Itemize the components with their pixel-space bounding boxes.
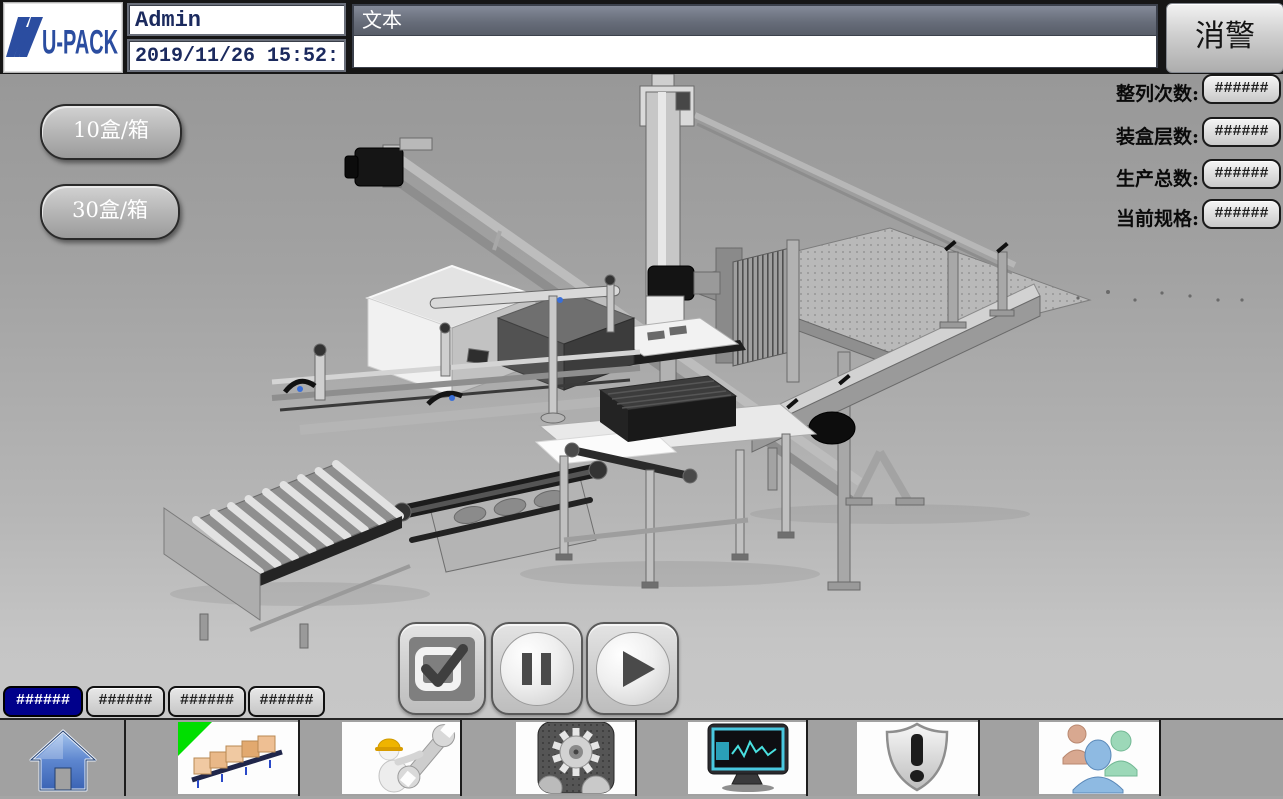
checkbox-check-icon [409,637,475,701]
datetime-field[interactable]: 2019/11/26 15:52: [127,39,346,72]
start-button[interactable] [586,622,679,715]
bottom-toolbar [0,718,1283,796]
stat-value-array-count: ###### [1202,74,1281,104]
play-icon [596,632,670,706]
toolbar-alarm-button[interactable] [806,720,978,796]
confirm-button[interactable] [398,622,486,715]
toolbar-users-button[interactable] [978,720,1159,796]
top-bar: U-PACK Admin 2019/11/26 15:52: 文本 消警 [0,0,1283,74]
spec-button-30-per-box[interactable]: 30盒/箱 [40,184,180,240]
stat-label-total-output: 生产总数: [999,164,1199,191]
toolbar-line-monitor-button[interactable] [124,720,298,796]
stat-value-total-output: ###### [1202,159,1281,189]
pause-icon [500,632,574,706]
status-field-2[interactable]: ###### [168,686,246,717]
alarm-message-title: 文本 [354,6,1156,36]
home-icon [28,726,98,796]
alarm-message-box: 文本 [352,4,1158,68]
pause-button[interactable] [491,622,583,715]
conveyor-line-icon [178,722,298,794]
settings-gears-icon [516,722,635,794]
status-field-3[interactable]: ###### [248,686,325,717]
toolbar-home-button[interactable] [0,720,124,796]
toolbar-diagnostics-button[interactable] [635,720,806,796]
status-field-1[interactable]: ###### [86,686,165,717]
stat-label-box-layers: 装盒层数: [999,122,1199,149]
spec-button-10-per-box[interactable]: 10盒/箱 [40,104,182,160]
upack-logo: U-PACK [3,2,123,73]
svg-text:U-PACK: U-PACK [42,23,118,61]
clear-alarm-button[interactable]: 消警 [1166,3,1283,73]
toolbar-maintenance-button[interactable] [298,720,460,796]
stat-value-current-spec: ###### [1202,199,1281,229]
user-field[interactable]: Admin [127,3,346,36]
monitor-diagnostics-icon [688,722,806,794]
stat-label-array-count: 整列次数: [999,79,1199,106]
alarm-shield-icon [857,722,978,794]
maintenance-wrench-icon [342,722,460,794]
main-stage: 10盒/箱 30盒/箱 整列次数: ###### 装盒层数: ###### 生产… [0,74,1283,718]
status-field-0[interactable]: ###### [3,686,83,717]
toolbar-settings-button[interactable] [460,720,635,796]
stat-value-box-layers: ###### [1202,117,1281,147]
alarm-message-body [354,36,1156,67]
stat-label-current-spec: 当前规格: [999,204,1199,231]
green-flag [178,722,212,756]
users-icon [1039,722,1159,794]
